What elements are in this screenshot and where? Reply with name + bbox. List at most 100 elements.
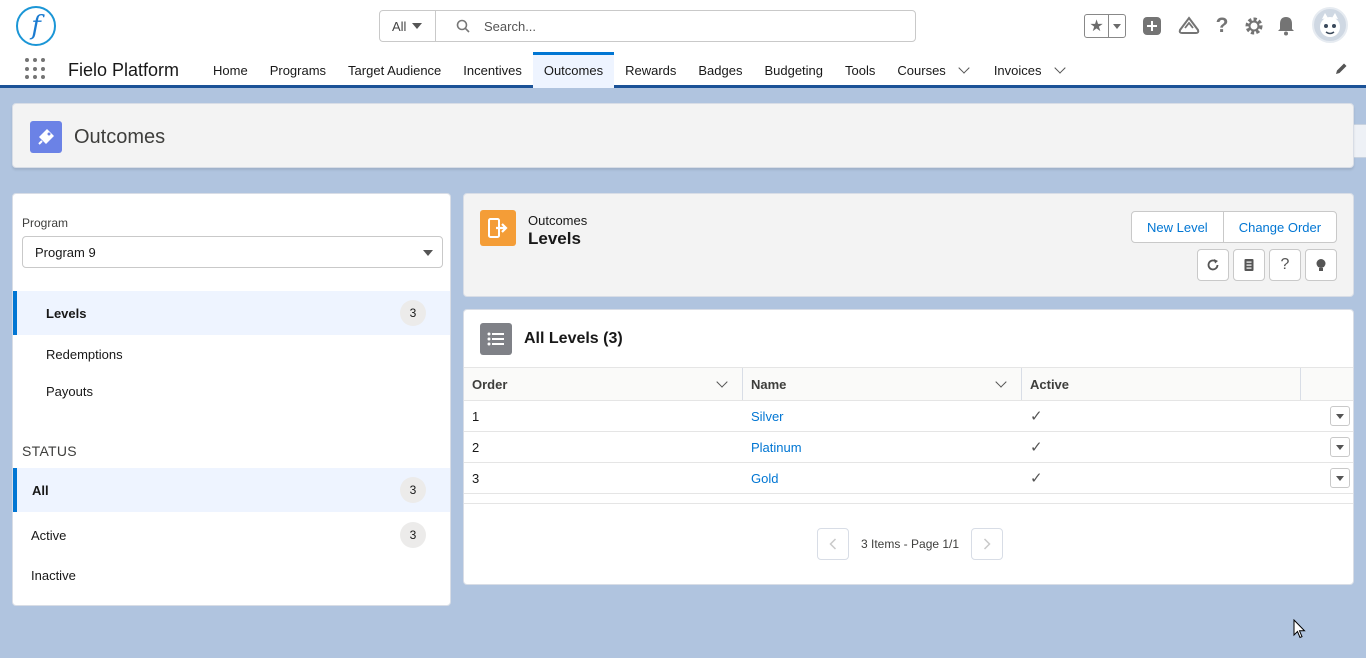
nav-tabs: Home Programs Target Audience Incentives…: [202, 52, 1079, 88]
tab-invoices[interactable]: Invoices: [983, 52, 1079, 88]
page-header: Outcomes: [12, 103, 1354, 168]
chevron-down-icon[interactable]: [958, 62, 970, 74]
global-header: f All ★ ?: [0, 0, 1366, 52]
help-icon[interactable]: ?: [1269, 249, 1301, 281]
sidebar-item-levels[interactable]: Levels 3: [13, 291, 450, 335]
object-subtitle: Outcomes: [528, 213, 588, 228]
tab-rewards[interactable]: Rewards: [614, 52, 687, 88]
next-page-button[interactable]: [971, 528, 1004, 560]
page-title: Outcomes: [74, 126, 166, 148]
column-header-active[interactable]: Active: [1022, 368, 1301, 400]
tab-budgeting[interactable]: Budgeting: [753, 52, 834, 88]
search-scope-label: All: [392, 18, 407, 34]
levels-header-card: Outcomes Levels New Level Change Order ?: [463, 193, 1354, 297]
level-name-link[interactable]: Gold: [751, 471, 778, 486]
levels-icon: [480, 210, 516, 246]
left-filter-panel: Program Program 9 Levels 3 Redemptions P…: [12, 193, 451, 606]
sidebar-item-payouts[interactable]: Payouts: [13, 369, 450, 413]
tab-tools[interactable]: Tools: [834, 52, 886, 88]
cell-order: 3: [472, 470, 480, 486]
program-select[interactable]: Program 9: [22, 236, 443, 268]
search-icon: [456, 19, 470, 33]
notebook-icon[interactable]: [1233, 249, 1265, 281]
status-item-active[interactable]: Active 3: [13, 513, 450, 557]
list-title: All Levels (3): [524, 330, 623, 347]
notifications-bell-icon[interactable]: [1274, 14, 1298, 38]
search-input[interactable]: [484, 18, 884, 34]
status-item-label: Inactive: [31, 567, 76, 583]
tab-incentives[interactable]: Incentives: [452, 52, 533, 88]
chevron-right-icon: [984, 538, 991, 550]
tab-courses[interactable]: Courses: [886, 52, 982, 88]
header-icon-buttons: ?: [1197, 249, 1337, 281]
outcomes-icon: [30, 121, 62, 153]
pagination: 3 Items - Page 1/1: [817, 528, 1004, 560]
tab-label: Rewards: [625, 62, 677, 78]
chevron-down-icon[interactable]: [1053, 62, 1066, 74]
cell-order: 1: [472, 408, 480, 424]
table-row: 3 Gold ✓: [464, 463, 1353, 494]
edit-nav-pencil-icon[interactable]: [1334, 62, 1348, 79]
favorite-star-icon[interactable]: ★: [1085, 15, 1109, 37]
tab-programs[interactable]: Programs: [259, 52, 337, 88]
column-header-actions: [1301, 368, 1353, 400]
column-header-name[interactable]: Name: [743, 368, 1022, 400]
level-name-link[interactable]: Silver: [751, 409, 784, 424]
chevron-left-icon: [829, 538, 837, 550]
tab-home[interactable]: Home: [202, 52, 259, 88]
row-actions-dropdown[interactable]: [1330, 468, 1350, 488]
chevron-down-icon[interactable]: [716, 376, 728, 388]
app-launcher-icon[interactable]: [25, 58, 47, 80]
new-level-button[interactable]: New Level: [1132, 212, 1223, 242]
column-header-order[interactable]: Order: [464, 368, 743, 400]
sidebar-item-label: Redemptions: [46, 346, 123, 362]
logo-letter: f: [31, 11, 41, 41]
change-order-button[interactable]: Change Order: [1222, 212, 1336, 242]
tab-label: Home: [213, 62, 248, 78]
cell-order: 2: [472, 439, 480, 455]
previous-page-button[interactable]: [817, 528, 849, 560]
app-name: Fielo Platform: [68, 60, 180, 80]
help-icon[interactable]: ?: [1210, 14, 1234, 38]
tab-label: Tools: [845, 62, 876, 78]
sidebar-item-label: Levels: [46, 305, 87, 321]
tab-label: Programs: [269, 62, 327, 78]
program-select-value: Program 9: [35, 244, 96, 260]
status-item-inactive[interactable]: Inactive: [13, 553, 450, 597]
level-name-link[interactable]: Platinum: [751, 440, 802, 455]
lightbulb-icon[interactable]: [1305, 249, 1337, 281]
row-actions-dropdown[interactable]: [1330, 437, 1350, 457]
tab-badges[interactable]: Badges: [687, 52, 753, 88]
status-item-label: All: [32, 482, 49, 498]
table-row: 2 Platinum ✓: [464, 432, 1353, 463]
checkmark-icon: ✓: [1030, 470, 1043, 487]
table-bottom-divider: [464, 503, 1353, 504]
search-field: [436, 11, 915, 41]
trailhead-icon[interactable]: [1177, 14, 1201, 38]
program-label: Program: [22, 216, 69, 230]
table-header-row: Order Name Active: [464, 367, 1353, 401]
caret-down-icon: [1336, 413, 1344, 419]
tab-label: Target Audience: [348, 62, 442, 78]
settings-gear-icon[interactable]: [1242, 14, 1266, 38]
count-badge: 3: [400, 300, 426, 326]
checkmark-icon: ✓: [1030, 408, 1043, 425]
refresh-icon[interactable]: [1197, 249, 1229, 281]
tab-target-audience[interactable]: Target Audience: [337, 52, 452, 88]
tab-outcomes[interactable]: Outcomes: [532, 52, 615, 88]
status-item-all[interactable]: All 3: [13, 468, 450, 512]
caret-down-icon: [1336, 444, 1344, 450]
user-avatar[interactable]: [1312, 7, 1348, 43]
favorites-dropdown[interactable]: [1109, 15, 1125, 37]
status-heading: STATUS: [22, 443, 77, 459]
chevron-down-icon[interactable]: [995, 376, 1007, 388]
object-title: Levels: [528, 229, 581, 248]
fielo-logo[interactable]: f: [16, 6, 56, 46]
count-badge: 3: [400, 477, 426, 503]
app-navigation: Fielo Platform Home Programs Target Audi…: [0, 52, 1366, 88]
search-scope-select[interactable]: All: [380, 11, 436, 41]
caret-down-icon: [1113, 23, 1121, 29]
tab-label: Budgeting: [764, 62, 824, 78]
global-create-icon[interactable]: [1140, 14, 1164, 38]
row-actions-dropdown[interactable]: [1330, 406, 1350, 426]
